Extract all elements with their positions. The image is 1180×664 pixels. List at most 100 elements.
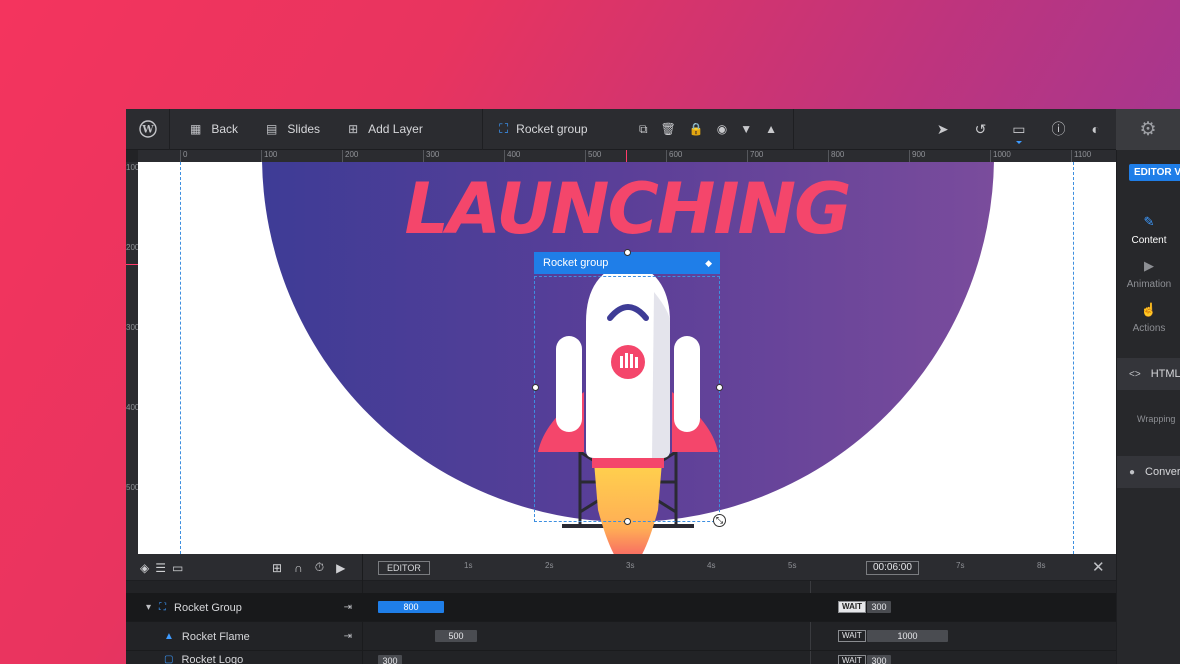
wait-bar[interactable]: 300 [867,655,891,664]
ruler-tick: 1000 [990,150,1011,162]
list-icon[interactable]: ☰ [155,561,166,575]
ruler-tick: 700 [747,150,763,162]
back-button[interactable]: ▦ Back [170,109,252,150]
caret-down-icon[interactable]: ▼ [740,122,752,136]
tab-content[interactable]: ✎ Content [1117,214,1180,246]
ruler-tick: 300 [126,323,140,332]
wait-bar[interactable]: 1000 [867,630,948,642]
editor-mode-tag[interactable]: EDITOR [378,561,430,575]
animation-bar[interactable]: 500 [435,630,477,642]
lock-icon[interactable]: 🔒 [689,122,704,136]
ruler-tick: 100 [261,150,277,162]
wordpress-icon: W [138,120,157,138]
slides-button[interactable]: ▤ Slides [252,109,334,150]
align-end-icon[interactable]: ⇥ [344,602,352,613]
headline-layer[interactable]: LAUNCHING [138,168,1116,250]
stopwatch-icon[interactable]: ⏱ [315,560,324,575]
ruler-tick: 300 [423,150,439,162]
timeline-row[interactable]: ▲ Rocket Flame ⇥ 500 WAIT 1000 [126,622,1116,651]
layers-stack-icon[interactable]: ◈ [140,561,149,575]
second-label: 7s [956,561,965,570]
toolbar-divider [793,109,795,150]
vertical-ruler: 100 200 300 400 500 [126,162,140,554]
horizontal-ruler: 0 100 200 300 400 500 600 700 800 900 10… [138,150,1116,162]
wait-tag: WAIT [838,655,866,664]
scale-handle[interactable]: ⤡ [713,514,726,527]
selection-box[interactable] [534,276,720,522]
ruler-tick: 400 [504,150,520,162]
ruler-tick: 500 [126,483,140,492]
folder-icon[interactable]: ▭ [172,561,183,575]
second-label: 8s [1037,561,1046,570]
layer-name: Rocket Flame [181,630,250,643]
tab-actions-label: Actions [1132,323,1166,334]
resize-handle-bottom[interactable] [624,518,631,525]
desktop-icon[interactable]: ▭ [1012,121,1025,138]
second-label: 5s [788,561,797,570]
resize-handle-top[interactable] [624,249,631,256]
ruler-position-marker [126,264,138,265]
timeline-row[interactable]: ▢ Rocket Logo 300 WAIT 300 [126,651,1116,664]
settings-button[interactable]: ⚙ [1116,109,1180,150]
resize-diagonal-icon: ⤡ [715,515,724,525]
eye-icon[interactable]: ◉ [717,122,727,136]
cursor-icon[interactable]: ➤ [937,121,949,138]
wordpress-logo-button[interactable]: W [126,109,170,150]
layer-name-cell: ▾ ⛶ Rocket Group ⇥ [126,593,362,622]
group-icon: ⛶ [499,121,509,136]
add-layer-button[interactable]: ⊞ Add Layer [334,109,482,150]
view-tools: ➤ ↺ ▭ ⓘ ◐ [937,109,1116,150]
ruler-tick: 200 [342,150,358,162]
tab-actions[interactable]: ☝ Actions [1117,302,1180,334]
timeline-time-display[interactable]: 00:06:00 [866,561,919,575]
undo-icon[interactable]: ↺ [975,121,987,138]
wait-bar[interactable]: 300 [867,601,891,613]
duplicate-icon[interactable]: ⧉ [639,122,648,137]
caret-up-icon[interactable]: ▲ [765,122,777,136]
ruler-tick: 800 [828,150,844,162]
snap-icon[interactable]: ⊞ [272,561,282,575]
html-label: HTML [1150,368,1180,380]
pencil-icon: ✎ [1143,214,1155,229]
add-layer-icon: ⊞ [348,122,359,136]
contrast-icon[interactable]: ◐ [1092,121,1100,137]
align-end-icon[interactable]: ⇥ [344,631,352,642]
selected-group-label: Rocket group [516,122,588,136]
convert-label: Convert [1145,466,1180,478]
tab-content-label: Content [1131,235,1167,246]
back-label: Back [211,122,239,136]
magnet-icon[interactable]: ∩ [294,561,303,575]
tab-animation-label: Animation [1126,279,1172,290]
slide-canvas[interactable]: LAUNCHING Rocket group ◆ ⤡ [138,162,1116,554]
ruler-tick: 1100 [1071,150,1091,162]
editor-view-badge[interactable]: EDITOR VIEW [1129,164,1180,181]
caret-down-icon[interactable]: ▾ [146,602,151,613]
square-icon: ▢ [164,654,174,664]
timeline-row[interactable]: ▾ ⛶ Rocket Group ⇥ 800 WAIT 300 [126,593,1116,622]
resize-handle-right[interactable] [716,384,723,391]
trash-icon[interactable]: 🗑 [661,122,676,136]
ruler-position-marker [626,150,627,162]
html-section[interactable]: <> HTML [1117,358,1180,390]
pointer-hand-icon: ☝ [1140,302,1158,317]
tab-animation[interactable]: ▶ Animation [1117,258,1180,290]
ruler-tick: 900 [909,150,925,162]
slider-editor-app: W ▦ Back ▤ Slides ⊞ Add Layer ⛶ Rocket g… [126,109,1180,664]
convert-section[interactable]: ● Convert [1117,456,1180,488]
layer-name-cell: ▲ Rocket Flame ⇥ [126,622,362,651]
code-icon: <> [1129,368,1141,380]
wait-tag: WAIT [838,601,866,613]
timeline-left-icons: ◈ ☰ ▭ [140,554,183,581]
close-icon[interactable]: ✕ [1092,558,1105,576]
animation-bar[interactable]: 800 [378,601,444,613]
slides-label: Slides [287,122,321,136]
ruler-tick: 100 [126,163,140,172]
play-icon[interactable]: ▶ [336,561,345,575]
resize-handle-left[interactable] [532,384,539,391]
layer-name-cell: ▢ Rocket Logo [126,651,362,664]
second-label: 3s [626,561,635,570]
animation-bar[interactable]: 300 [378,655,402,664]
help-icon[interactable]: ⓘ [1052,119,1066,139]
layers-icon[interactable]: ◆ [705,258,712,269]
timeline-panel: ◈ ☰ ▭ ⊞ ∩ ⏱ ▶ EDITOR 1s 2s 3s 4s 5s 7s 8… [126,554,1116,664]
